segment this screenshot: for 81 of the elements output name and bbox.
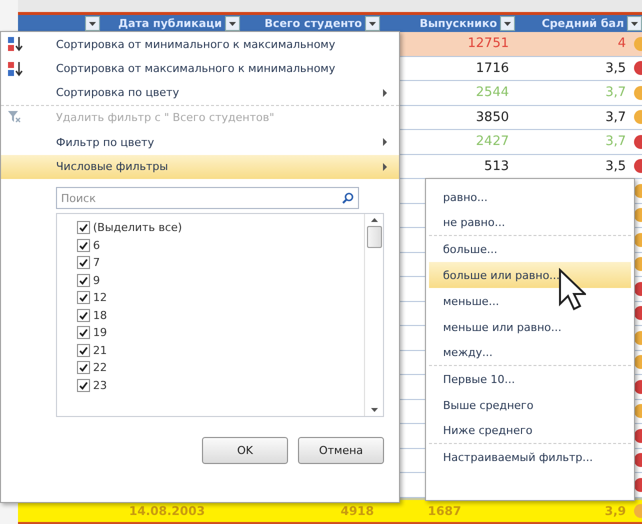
caret-icon <box>504 22 511 26</box>
table-cell-text: 3,7 <box>605 110 627 125</box>
menu-item[interactable]: Сортировка по цвету <box>1 81 399 106</box>
value-checkbox[interactable]: 18 <box>77 308 364 323</box>
mouse-pointer-icon <box>558 268 586 312</box>
filter-dropdown-button[interactable] <box>85 16 100 31</box>
submenu-arrow-icon <box>383 138 387 146</box>
table-cell-text: 12751 <box>468 36 510 52</box>
table-cell-text: 4918 <box>340 504 375 518</box>
sort-icon <box>7 60 23 76</box>
value-checkbox[interactable]: 7 <box>77 255 364 270</box>
menu-item[interactable]: равно... <box>429 184 631 210</box>
scroll-up-icon[interactable] <box>370 218 378 222</box>
scrollbar[interactable] <box>364 214 383 416</box>
checkbox[interactable] <box>77 361 90 374</box>
filter-dropdown-button[interactable] <box>365 16 380 31</box>
caret-icon <box>369 22 376 26</box>
caret-icon <box>89 22 96 26</box>
menu-item[interactable]: Настраиваемый фильтр... <box>429 444 631 470</box>
menu-item[interactable]: больше... <box>429 236 631 262</box>
table-cell-text: 4 <box>618 36 627 52</box>
table-cell-text: 2427 <box>476 134 510 150</box>
scroll-down-icon[interactable] <box>370 408 378 412</box>
table-cell-text: 3,7 <box>605 85 627 100</box>
menu-item[interactable]: меньше или равно... <box>429 314 631 340</box>
table-cell-text: 3,5 <box>605 158 627 174</box>
menu-item[interactable]: Сортировка от минимального к максимальному <box>1 32 399 56</box>
value-checkbox[interactable]: 6 <box>77 238 364 253</box>
filter-dropdown-button[interactable] <box>500 16 515 31</box>
menu-item[interactable]: Ниже среднего <box>429 418 631 444</box>
menu-item[interactable]: больше или равно... <box>429 262 631 288</box>
value-checkbox[interactable]: 19 <box>77 325 364 340</box>
menu-item[interactable]: между... <box>429 340 631 366</box>
column-header: Дата публикаци <box>118 17 222 30</box>
clear-filter-icon <box>7 110 21 124</box>
filter-dropdown-button[interactable] <box>225 16 240 31</box>
value-checkbox[interactable]: (Выделить все) <box>77 220 364 236</box>
menu-item[interactable]: Фильтр по цвету <box>1 130 399 154</box>
table-cell-text: 3850 <box>476 110 510 125</box>
submenu-arrow-icon <box>383 162 387 171</box>
table-cell-text: 14.08.2003 <box>129 504 206 518</box>
table-cell-text: 1716 <box>476 60 510 76</box>
value-checkbox[interactable]: 22 <box>77 360 364 376</box>
column-header: Выпускнико <box>420 17 497 30</box>
menu-item[interactable]: Первые 10... <box>429 366 631 392</box>
search-icon <box>342 192 354 204</box>
table-cell-text: 513 <box>484 158 510 174</box>
menu-item[interactable]: Сортировка от максимального к минимальному <box>1 56 399 81</box>
menu-item[interactable]: не равно... <box>429 210 631 236</box>
search-field[interactable]: Поиск <box>56 187 359 209</box>
scrollbar-thumb[interactable] <box>366 226 382 248</box>
value-checkbox[interactable]: 9 <box>77 272 364 288</box>
table-cell-text: 3,9 <box>604 504 627 518</box>
menu-item[interactable]: Выше среднего <box>429 392 631 418</box>
column-header: Всего студенто <box>264 17 362 30</box>
caret-icon <box>631 22 638 26</box>
filter-dropdown-button[interactable] <box>627 16 642 31</box>
submenu-arrow-icon <box>383 88 387 97</box>
checkbox[interactable] <box>77 238 90 252</box>
checkbox[interactable] <box>77 378 90 392</box>
dialog-button[interactable]: Отмена <box>298 437 384 464</box>
table-cell-text: 1687 <box>428 504 462 518</box>
value-checkbox[interactable]: 21 <box>77 342 364 358</box>
sort-icon <box>7 36 23 52</box>
value-checkbox[interactable]: 23 <box>77 378 364 393</box>
value-checkbox[interactable]: 12 <box>77 290 364 306</box>
menu-item[interactable]: меньше... <box>429 288 631 314</box>
menu-item[interactable]: Числовые фильтры <box>1 154 399 179</box>
checkbox[interactable] <box>77 256 90 270</box>
table-cell-text: 3,7 <box>605 134 627 150</box>
checkbox[interactable] <box>77 274 90 287</box>
checkbox[interactable] <box>77 344 90 357</box>
dialog-button[interactable]: OK <box>202 437 288 464</box>
checkbox[interactable] <box>77 308 90 322</box>
column-header: Средний бал <box>542 17 624 30</box>
checkbox[interactable] <box>77 326 90 340</box>
table-cell-text: 3,5 <box>605 60 627 76</box>
checkbox[interactable] <box>77 291 90 304</box>
checkbox[interactable] <box>77 221 90 234</box>
table-cell-text: 2544 <box>476 85 510 100</box>
caret-icon <box>229 22 236 26</box>
